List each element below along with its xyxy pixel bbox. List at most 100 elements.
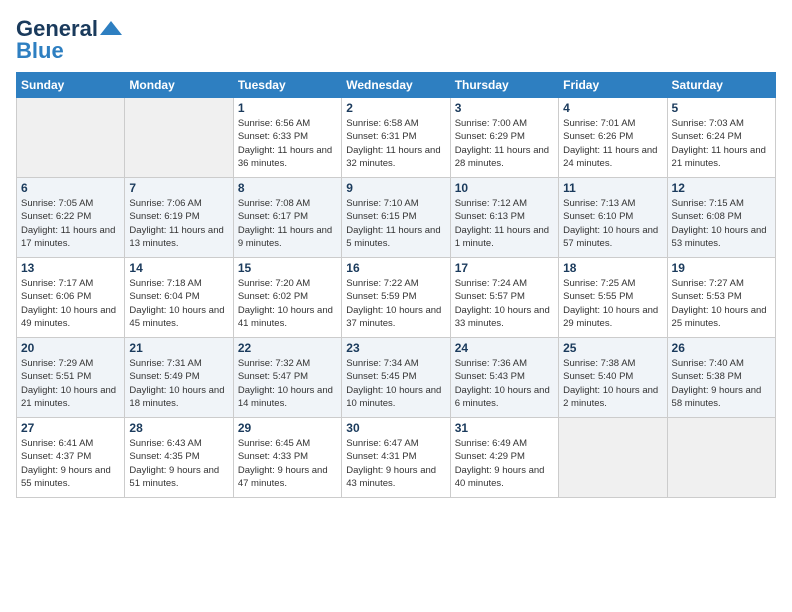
- day-number: 18: [563, 261, 662, 275]
- day-cell: 15Sunrise: 7:20 AM Sunset: 6:02 PM Dayli…: [233, 258, 341, 338]
- day-cell: [17, 98, 125, 178]
- day-cell: 13 Sunrise: 7:17 AM Sunset: 6:06 PM Dayli…: [17, 258, 125, 338]
- day-detail: Sunrise: 7:36 AM Sunset: 5:43 PM Dayligh…: [455, 357, 554, 410]
- day-number: 27: [21, 421, 120, 435]
- day-cell: 8 Sunrise: 7:08 AM Sunset: 6:17 PM Daylig…: [233, 178, 341, 258]
- day-cell: 5 Sunrise: 7:03 AM Sunset: 6:24 PM Daylig…: [667, 98, 775, 178]
- day-cell: 7Sunrise: 7:06 AM Sunset: 6:19 PM Daylig…: [125, 178, 233, 258]
- day-number: 16: [346, 261, 445, 275]
- header-day-sunday: Sunday: [17, 73, 125, 98]
- week-row-4: 20Sunrise: 7:29 AM Sunset: 5:51 PM Dayli…: [17, 338, 776, 418]
- day-cell: 21 Sunrise: 7:31 AM Sunset: 5:49 PM Dayli…: [125, 338, 233, 418]
- day-detail: Sunrise: 6:41 AM Sunset: 4:37 PM Dayligh…: [21, 437, 120, 490]
- day-cell: 30 Sunrise: 6:47 AM Sunset: 4:31 PM Dayli…: [342, 418, 450, 498]
- week-row-1: 1Sunrise: 6:56 AM Sunset: 6:33 PM Daylig…: [17, 98, 776, 178]
- header: General Blue: [16, 16, 776, 64]
- day-number: 14: [129, 261, 228, 275]
- day-number: 2: [346, 101, 445, 115]
- day-cell: 16 Sunrise: 7:22 AM Sunset: 5:59 PM Dayli…: [342, 258, 450, 338]
- day-detail: Sunrise: 7:40 AM Sunset: 5:38 PM Dayligh…: [672, 357, 771, 410]
- day-detail: Sunrise: 7:34 AM Sunset: 5:45 PM Dayligh…: [346, 357, 445, 410]
- day-detail: Sunrise: 6:45 AM Sunset: 4:33 PM Dayligh…: [238, 437, 337, 490]
- day-detail: Sunrise: 7:38 AM Sunset: 5:40 PM Dayligh…: [563, 357, 662, 410]
- day-number: 5: [672, 101, 771, 115]
- day-detail: Sunrise: 7:24 AM Sunset: 5:57 PM Dayligh…: [455, 277, 554, 330]
- day-cell: 20Sunrise: 7:29 AM Sunset: 5:51 PM Dayli…: [17, 338, 125, 418]
- header-row: SundayMondayTuesdayWednesdayThursdayFrid…: [17, 73, 776, 98]
- day-cell: 4Sunrise: 7:01 AM Sunset: 6:26 PM Daylig…: [559, 98, 667, 178]
- day-cell: 31 Sunrise: 6:49 AM Sunset: 4:29 PM Dayli…: [450, 418, 558, 498]
- day-cell: 14 Sunrise: 7:18 AM Sunset: 6:04 PM Dayli…: [125, 258, 233, 338]
- day-cell: 17 Sunrise: 7:24 AM Sunset: 5:57 PM Dayli…: [450, 258, 558, 338]
- day-cell: 19 Sunrise: 7:27 AM Sunset: 5:53 PM Dayli…: [667, 258, 775, 338]
- day-detail: Sunrise: 6:47 AM Sunset: 4:31 PM Dayligh…: [346, 437, 445, 490]
- header-day-saturday: Saturday: [667, 73, 775, 98]
- day-number: 21: [129, 341, 228, 355]
- day-cell: 27 Sunrise: 6:41 AM Sunset: 4:37 PM Dayli…: [17, 418, 125, 498]
- header-day-thursday: Thursday: [450, 73, 558, 98]
- week-row-2: 6 Sunrise: 7:05 AM Sunset: 6:22 PM Daylig…: [17, 178, 776, 258]
- header-day-wednesday: Wednesday: [342, 73, 450, 98]
- day-detail: Sunrise: 7:00 AM Sunset: 6:29 PM Dayligh…: [455, 117, 554, 170]
- day-cell: 29Sunrise: 6:45 AM Sunset: 4:33 PM Dayli…: [233, 418, 341, 498]
- day-number: 25: [563, 341, 662, 355]
- day-detail: Sunrise: 7:08 AM Sunset: 6:17 PM Dayligh…: [238, 197, 337, 250]
- day-number: 7: [129, 181, 228, 195]
- header-day-monday: Monday: [125, 73, 233, 98]
- day-number: 12: [672, 181, 771, 195]
- day-detail: Sunrise: 7:20 AM Sunset: 6:02 PM Dayligh…: [238, 277, 337, 330]
- day-detail: Sunrise: 6:49 AM Sunset: 4:29 PM Dayligh…: [455, 437, 554, 490]
- day-number: 6: [21, 181, 120, 195]
- day-detail: Sunrise: 7:27 AM Sunset: 5:53 PM Dayligh…: [672, 277, 771, 330]
- day-cell: 3 Sunrise: 7:00 AM Sunset: 6:29 PM Daylig…: [450, 98, 558, 178]
- day-number: 30: [346, 421, 445, 435]
- day-detail: Sunrise: 7:13 AM Sunset: 6:10 PM Dayligh…: [563, 197, 662, 250]
- day-cell: 24 Sunrise: 7:36 AM Sunset: 5:43 PM Dayli…: [450, 338, 558, 418]
- day-number: 22: [238, 341, 337, 355]
- day-number: 1: [238, 101, 337, 115]
- day-detail: Sunrise: 7:32 AM Sunset: 5:47 PM Dayligh…: [238, 357, 337, 410]
- day-cell: 2Sunrise: 6:58 AM Sunset: 6:31 PM Daylig…: [342, 98, 450, 178]
- day-cell: 18 Sunrise: 7:25 AM Sunset: 5:55 PM Dayli…: [559, 258, 667, 338]
- day-number: 19: [672, 261, 771, 275]
- day-number: 26: [672, 341, 771, 355]
- day-detail: Sunrise: 7:22 AM Sunset: 5:59 PM Dayligh…: [346, 277, 445, 330]
- header-day-friday: Friday: [559, 73, 667, 98]
- day-cell: 22 Sunrise: 7:32 AM Sunset: 5:47 PM Dayli…: [233, 338, 341, 418]
- week-row-3: 13 Sunrise: 7:17 AM Sunset: 6:06 PM Dayli…: [17, 258, 776, 338]
- day-cell: 28Sunrise: 6:43 AM Sunset: 4:35 PM Dayli…: [125, 418, 233, 498]
- day-cell: 10 Sunrise: 7:12 AM Sunset: 6:13 PM Dayli…: [450, 178, 558, 258]
- day-detail: Sunrise: 7:31 AM Sunset: 5:49 PM Dayligh…: [129, 357, 228, 410]
- day-detail: Sunrise: 7:29 AM Sunset: 5:51 PM Dayligh…: [21, 357, 120, 410]
- day-cell: [559, 418, 667, 498]
- header-day-tuesday: Tuesday: [233, 73, 341, 98]
- day-detail: Sunrise: 7:15 AM Sunset: 6:08 PM Dayligh…: [672, 197, 771, 250]
- day-detail: Sunrise: 7:05 AM Sunset: 6:22 PM Dayligh…: [21, 197, 120, 250]
- day-detail: Sunrise: 7:18 AM Sunset: 6:04 PM Dayligh…: [129, 277, 228, 330]
- day-detail: Sunrise: 7:03 AM Sunset: 6:24 PM Dayligh…: [672, 117, 771, 170]
- day-detail: Sunrise: 7:17 AM Sunset: 6:06 PM Dayligh…: [21, 277, 120, 330]
- logo-icon: [100, 21, 122, 35]
- day-number: 31: [455, 421, 554, 435]
- day-cell: 1Sunrise: 6:56 AM Sunset: 6:33 PM Daylig…: [233, 98, 341, 178]
- day-number: 10: [455, 181, 554, 195]
- day-cell: 23Sunrise: 7:34 AM Sunset: 5:45 PM Dayli…: [342, 338, 450, 418]
- day-number: 17: [455, 261, 554, 275]
- day-cell: 26 Sunrise: 7:40 AM Sunset: 5:38 PM Dayli…: [667, 338, 775, 418]
- day-cell: 6 Sunrise: 7:05 AM Sunset: 6:22 PM Daylig…: [17, 178, 125, 258]
- day-number: 11: [563, 181, 662, 195]
- day-cell: [667, 418, 775, 498]
- week-row-5: 27 Sunrise: 6:41 AM Sunset: 4:37 PM Dayli…: [17, 418, 776, 498]
- day-detail: Sunrise: 7:10 AM Sunset: 6:15 PM Dayligh…: [346, 197, 445, 250]
- day-detail: Sunrise: 6:43 AM Sunset: 4:35 PM Dayligh…: [129, 437, 228, 490]
- day-number: 3: [455, 101, 554, 115]
- day-number: 24: [455, 341, 554, 355]
- day-detail: Sunrise: 7:25 AM Sunset: 5:55 PM Dayligh…: [563, 277, 662, 330]
- day-cell: 12 Sunrise: 7:15 AM Sunset: 6:08 PM Dayli…: [667, 178, 775, 258]
- day-detail: Sunrise: 7:01 AM Sunset: 6:26 PM Dayligh…: [563, 117, 662, 170]
- day-cell: 9Sunrise: 7:10 AM Sunset: 6:15 PM Daylig…: [342, 178, 450, 258]
- day-number: 13: [21, 261, 120, 275]
- day-cell: 25 Sunrise: 7:38 AM Sunset: 5:40 PM Dayli…: [559, 338, 667, 418]
- day-number: 8: [238, 181, 337, 195]
- day-detail: Sunrise: 7:12 AM Sunset: 6:13 PM Dayligh…: [455, 197, 554, 250]
